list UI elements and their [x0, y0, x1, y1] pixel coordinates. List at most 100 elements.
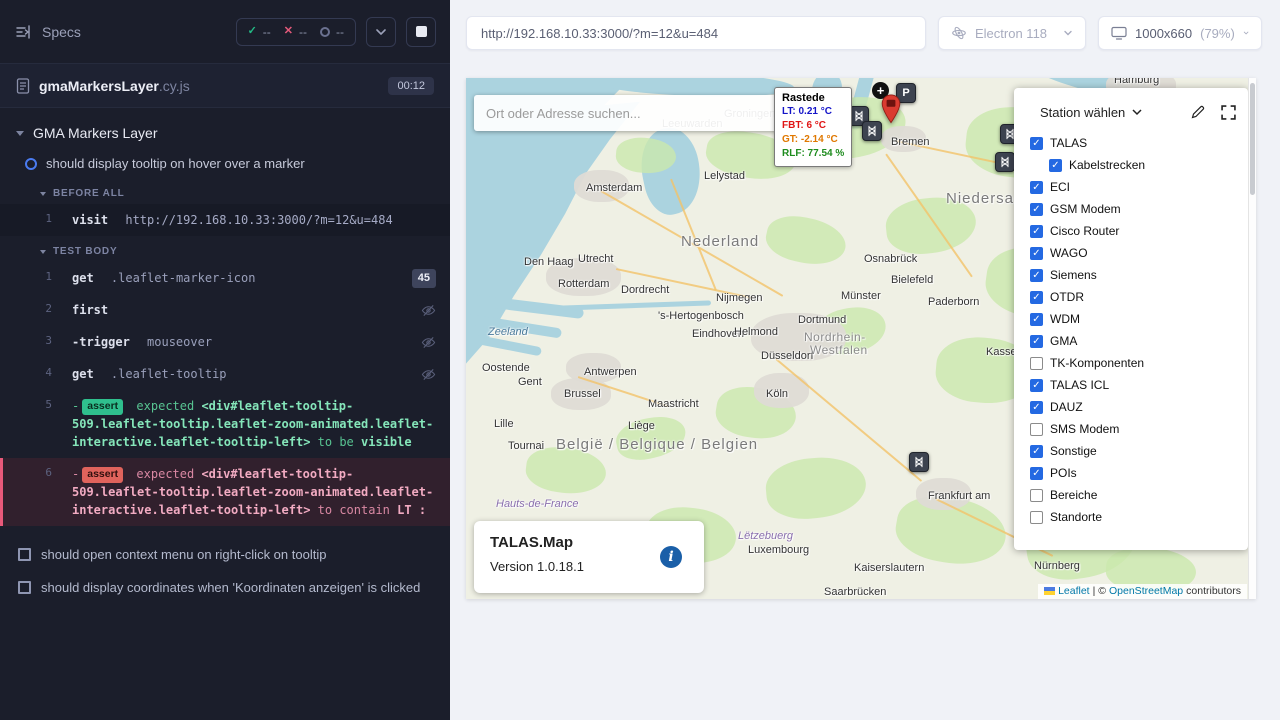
- checkbox-icon[interactable]: [1030, 423, 1043, 436]
- station-filter-dauz[interactable]: ✓ DAUZ: [1030, 396, 1236, 418]
- station-filter-wdm[interactable]: ✓ WDM: [1030, 308, 1236, 330]
- station-filter-sonstige[interactable]: ✓Sonstige: [1030, 440, 1236, 462]
- station-filter-label: POIs: [1050, 466, 1077, 480]
- caret-down-icon: [40, 192, 46, 196]
- station-filter-talas[interactable]: ✓TALAS: [1030, 132, 1236, 154]
- station-filter-eci[interactable]: ✓ECI: [1030, 176, 1236, 198]
- station-filter-bereiche[interactable]: Bereiche: [1030, 484, 1236, 506]
- specs-menu-icon[interactable]: [16, 24, 32, 40]
- stop-icon: [416, 26, 427, 37]
- version-box: TALAS.Map Version 1.0.18.1 i: [474, 521, 704, 593]
- browser-select[interactable]: Electron 118: [938, 16, 1086, 50]
- stage-toolbar: http://192.168.10.33:3000/?m=12&u=484 El…: [466, 16, 1280, 50]
- checkbox-icon[interactable]: ✓: [1030, 203, 1043, 216]
- stop-button[interactable]: [406, 17, 436, 47]
- spec-file-icon: [16, 78, 30, 94]
- checkbox-icon[interactable]: ✓: [1030, 379, 1043, 392]
- station-filter-otdr[interactable]: ✓ OTDR: [1030, 286, 1236, 308]
- station-filter-siemens[interactable]: ✓Siemens: [1030, 264, 1236, 286]
- station-filter-talas-icl[interactable]: ✓ TALAS ICL: [1030, 374, 1236, 396]
- checkbox-icon[interactable]: [1030, 511, 1043, 524]
- station-dropdown[interactable]: Station wählen: [1040, 105, 1142, 120]
- search-input[interactable]: [474, 95, 780, 131]
- station-filter-wago[interactable]: ✓WAGO: [1030, 242, 1236, 264]
- test-should-display-tooltip[interactable]: should display tooltip on hover over a m…: [0, 150, 450, 178]
- osm-link[interactable]: OpenStreetMap: [1109, 585, 1183, 597]
- leaflet-link[interactable]: Leaflet: [1058, 585, 1090, 597]
- command-number: 6: [12, 465, 52, 482]
- station-filter-pois[interactable]: ✓ POIs: [1030, 462, 1236, 484]
- viewport-size: 1000x660: [1135, 26, 1192, 41]
- checkbox-icon[interactable]: ✓: [1030, 181, 1043, 194]
- command-get-tooltip[interactable]: 4 get .leaflet-tooltip: [0, 358, 450, 390]
- app-version: Version 1.0.18.1: [490, 559, 688, 574]
- station-marker[interactable]: [995, 152, 1015, 172]
- station-marker[interactable]: [862, 121, 882, 141]
- station-filter-cisco-router[interactable]: ✓Cisco Router: [1030, 220, 1236, 242]
- before-all-section[interactable]: BEFORE ALL: [0, 178, 450, 204]
- pending-test-context-menu[interactable]: should open context menu on right-click …: [0, 538, 450, 571]
- passed-icon: ✓: [248, 26, 257, 37]
- scrollbar-thumb[interactable]: [1250, 83, 1255, 195]
- edit-pencil-icon[interactable]: [1190, 104, 1206, 120]
- station-filter-kabelstrecken[interactable]: ✓Kabelstrecken: [1049, 154, 1236, 176]
- selected-marker-pin[interactable]: [880, 94, 902, 124]
- command-method: get: [72, 271, 94, 285]
- checkbox-icon[interactable]: ✓: [1030, 137, 1043, 150]
- station-filter-gsm-modem[interactable]: ✓GSM Modem: [1030, 198, 1236, 220]
- spec-name: gmaMarkersLayer: [39, 78, 159, 94]
- pending-test-coordinates[interactable]: should display coordinates when 'Koordin…: [0, 571, 450, 604]
- command-assert-contain-failed[interactable]: 6 -assert expected <div#leaflet-tooltip-…: [0, 458, 450, 526]
- checkbox-icon[interactable]: ✓: [1030, 247, 1043, 260]
- pending-count: --: [336, 25, 344, 39]
- test-body-section[interactable]: TEST BODY: [0, 236, 450, 262]
- hidden-eye-icon: [421, 335, 436, 355]
- command-number: 1: [12, 211, 52, 228]
- command-visit[interactable]: 1 visit http://192.168.10.33:3000/?m=12&…: [0, 204, 450, 236]
- checkbox-icon[interactable]: [1030, 357, 1043, 370]
- station-filter-gma[interactable]: ✓ GMA: [1030, 330, 1236, 352]
- station-filter-label: TALAS ICL: [1050, 378, 1109, 392]
- command-first[interactable]: 2 first: [0, 294, 450, 326]
- checkbox-icon[interactable]: [1030, 489, 1043, 502]
- station-filter-tk-komponenten[interactable]: TK-Komponenten: [1030, 352, 1236, 374]
- test-stats: ✓-- ✕-- --: [236, 18, 356, 46]
- checkbox-icon[interactable]: ✓: [1030, 467, 1043, 480]
- checkbox-icon[interactable]: ✓: [1030, 269, 1043, 282]
- station-filter-label: OTDR: [1050, 290, 1084, 304]
- url-text: http://192.168.10.33:3000/?m=12&u=484: [481, 26, 718, 41]
- station-filter-standorte[interactable]: Standorte: [1030, 506, 1236, 528]
- fullscreen-icon[interactable]: [1221, 105, 1236, 120]
- url-bar[interactable]: http://192.168.10.33:3000/?m=12&u=484: [466, 16, 926, 50]
- checkbox-icon[interactable]: ✓: [1030, 225, 1043, 238]
- checkbox-icon[interactable]: ✓: [1030, 313, 1043, 326]
- station-filter-sms-modem[interactable]: SMS Modem: [1030, 418, 1236, 440]
- checkbox-icon[interactable]: ✓: [1049, 159, 1062, 172]
- command-assert-visible[interactable]: 5 -assert expected <div#leaflet-tooltip-…: [0, 390, 450, 458]
- test-list: GMA Markers Layer should display tooltip…: [0, 108, 450, 720]
- station-filter-label: Standorte: [1050, 510, 1102, 524]
- specs-label[interactable]: Specs: [42, 24, 81, 40]
- tooltip-row: FBT: 6 °C: [782, 119, 844, 133]
- checkbox-icon[interactable]: ✓: [1030, 335, 1043, 348]
- station-filter-label: DAUZ: [1050, 400, 1083, 414]
- scrollbar[interactable]: [1248, 78, 1256, 599]
- command-number: 4: [12, 365, 52, 382]
- checkbox-icon[interactable]: ✓: [1030, 291, 1043, 304]
- failed-count: --: [299, 25, 307, 39]
- checkbox-icon[interactable]: ✓: [1030, 401, 1043, 414]
- suite-gma-markers-layer[interactable]: GMA Markers Layer: [0, 116, 450, 150]
- viewport-select[interactable]: 1000x660 (79%): [1098, 16, 1262, 50]
- checkbox-icon[interactable]: ✓: [1030, 445, 1043, 458]
- assert-chip: assert: [82, 467, 123, 483]
- station-filter-label: WDM: [1050, 312, 1080, 326]
- leaflet-map[interactable]: GroningenLeeuwardenLelystadAmsterdamNede…: [466, 78, 1256, 599]
- station-filter-label: TK-Komponenten: [1050, 356, 1144, 370]
- collapse-all-button[interactable]: [366, 17, 396, 47]
- station-marker[interactable]: [909, 452, 929, 472]
- command-trigger-mouseover[interactable]: 3 -trigger mouseover: [0, 326, 450, 358]
- spec-file-row[interactable]: gmaMarkersLayer.cy.js 00:12: [0, 64, 450, 108]
- station-filter-label: GMA: [1050, 334, 1077, 348]
- info-icon[interactable]: i: [660, 546, 682, 568]
- command-get-marker-icon[interactable]: 1 get .leaflet-marker-icon 45: [0, 262, 450, 294]
